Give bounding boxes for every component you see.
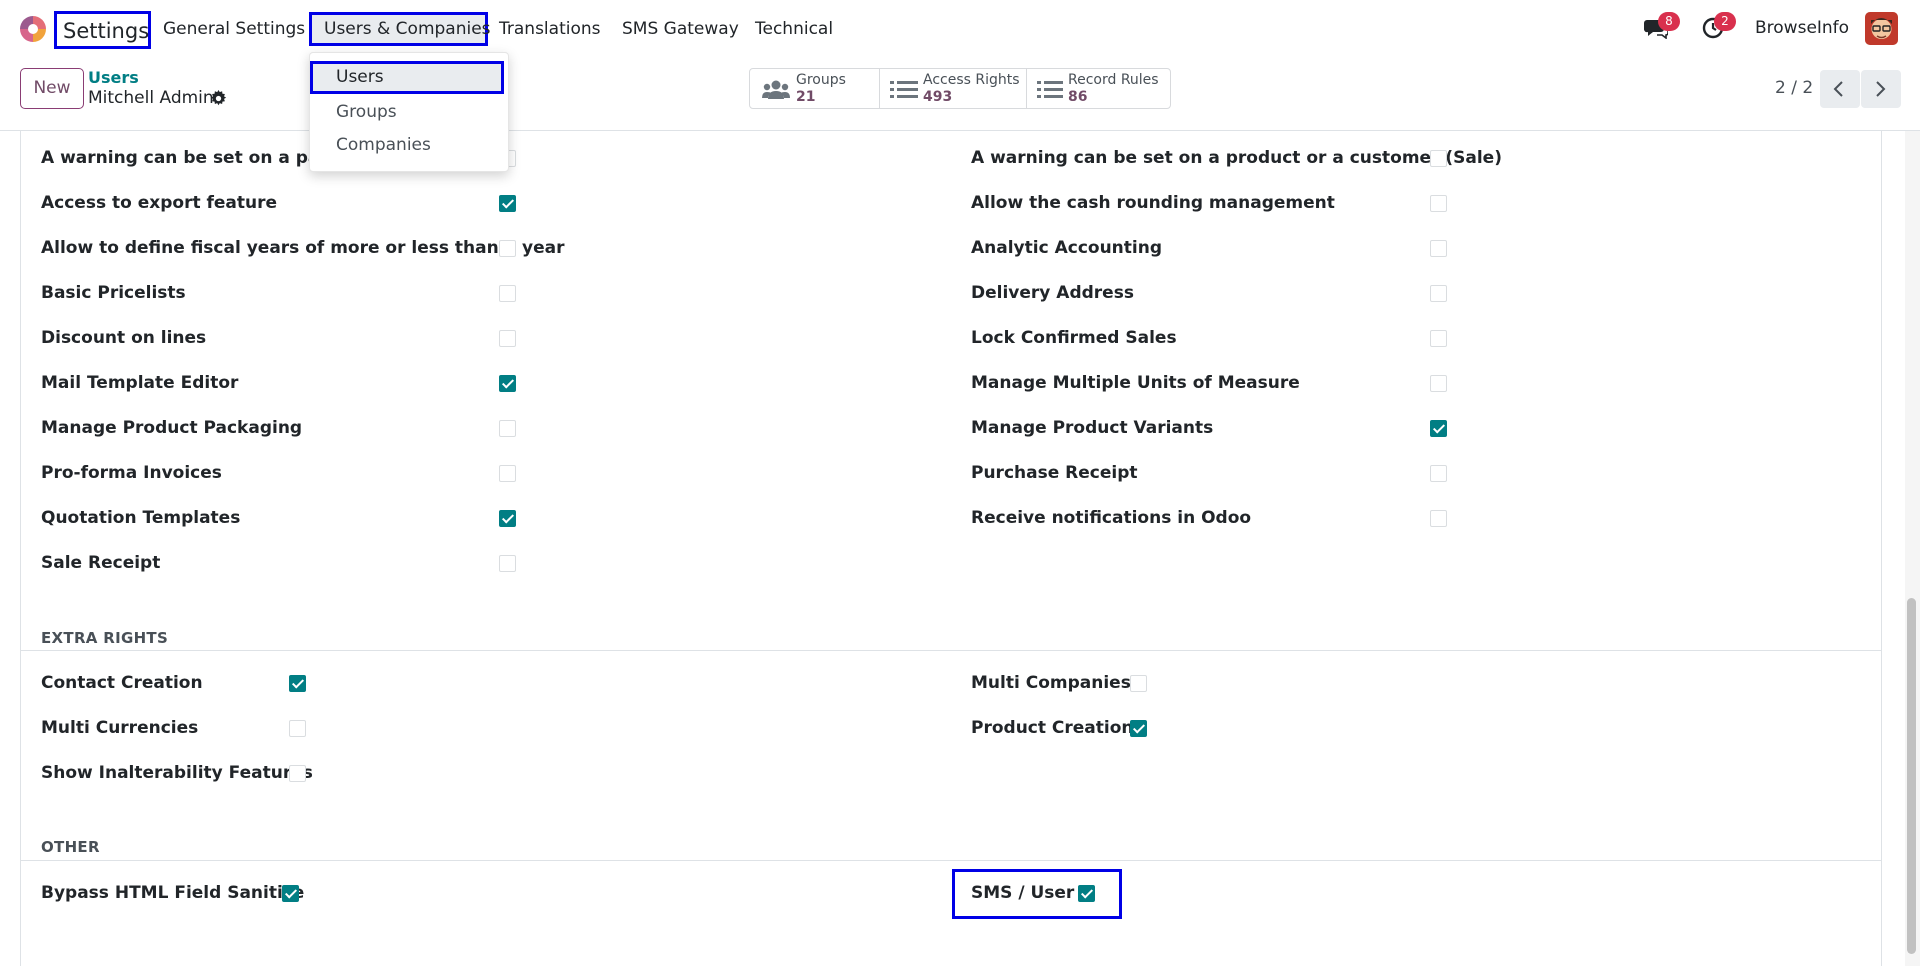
- smart-button-groups-value: 21: [796, 89, 816, 105]
- menu-general-settings[interactable]: General Settings: [163, 12, 305, 46]
- right-label-purchase-receipt: Purchase Receipt: [971, 463, 1138, 483]
- checkbox-sale-receipt[interactable]: [499, 555, 516, 572]
- smart-button-groups[interactable]: Groups 21: [750, 69, 880, 108]
- menu-translations[interactable]: Translations: [499, 12, 601, 46]
- chevron-left-icon: [1833, 81, 1843, 97]
- pager-value[interactable]: 2 / 2: [1775, 78, 1813, 98]
- smart-button-record-rules[interactable]: Record Rules 86: [1027, 69, 1170, 108]
- checkbox-inalterability[interactable]: [289, 765, 306, 782]
- new-button[interactable]: New: [20, 68, 84, 109]
- checkbox-mail-template[interactable]: [499, 375, 516, 392]
- dropdown-item-companies[interactable]: Companies: [336, 135, 431, 155]
- right-label-analytic: Analytic Accounting: [971, 238, 1163, 258]
- app-brand-settings[interactable]: Settings: [54, 11, 151, 49]
- smart-button-access-rights-value: 493: [923, 89, 953, 105]
- right-label-inalterability: Show Inalterability Features: [41, 763, 313, 783]
- right-label-multi-companies: Multi Companies: [971, 673, 1131, 693]
- right-label-sms-user: SMS / User: [971, 883, 1075, 903]
- right-label-product-packaging: Manage Product Packaging: [41, 418, 303, 438]
- list-icon: [890, 81, 918, 98]
- users-group-icon: [762, 80, 790, 99]
- checkbox-product-creation[interactable]: [1130, 720, 1147, 737]
- section-divider: [20, 860, 1882, 861]
- checkbox-bypass-html[interactable]: [282, 885, 299, 902]
- smart-button-groups-label: Groups: [796, 72, 846, 88]
- right-label-fiscal-years: Allow to define fiscal years of more or …: [41, 238, 565, 258]
- record-title: Mitchell Admin: [88, 88, 214, 108]
- checkbox-notifications[interactable]: [1430, 510, 1447, 527]
- section-title-other: OTHER: [41, 838, 100, 856]
- checkbox-fiscal-years[interactable]: [499, 240, 516, 257]
- company-switcher[interactable]: BrowseInfo: [1755, 18, 1849, 38]
- right-label-sale-receipt: Sale Receipt: [41, 553, 161, 573]
- right-label-quotation-templates: Quotation Templates: [41, 508, 241, 528]
- users-companies-dropdown: Users Groups Companies: [309, 52, 509, 172]
- right-label-basic-pricelists: Basic Pricelists: [41, 283, 186, 303]
- checkbox-proforma[interactable]: [499, 465, 516, 482]
- right-label-lock-sales: Lock Confirmed Sales: [971, 328, 1177, 348]
- checkbox-sms-user[interactable]: [1078, 885, 1095, 902]
- checkbox-discount-lines[interactable]: [499, 330, 516, 347]
- checkbox-lock-sales[interactable]: [1430, 330, 1447, 347]
- smart-button-record-rules-label: Record Rules: [1068, 72, 1159, 88]
- right-label-contact-creation: Contact Creation: [41, 673, 203, 693]
- pager-previous-button[interactable]: [1820, 70, 1860, 108]
- checkbox-export[interactable]: [499, 195, 516, 212]
- right-label-variants: Manage Product Variants: [971, 418, 1214, 438]
- checkbox-basic-pricelists[interactable]: [499, 285, 516, 302]
- checkbox-uom[interactable]: [1430, 375, 1447, 392]
- breadcrumb-users[interactable]: Users: [88, 68, 139, 87]
- right-label-proforma: Pro-forma Invoices: [41, 463, 222, 483]
- right-label-discount-lines: Discount on lines: [41, 328, 207, 348]
- right-label-product-warning: A warning can be set on a product or a c…: [971, 148, 1502, 168]
- section-title-extra-rights: EXTRA RIGHTS: [41, 629, 169, 647]
- dropdown-item-groups[interactable]: Groups: [336, 102, 397, 122]
- menu-users-companies[interactable]: Users & Companies: [309, 12, 491, 46]
- right-label-product-creation: Product Creation: [971, 718, 1134, 738]
- checkbox-multi-companies[interactable]: [1130, 675, 1147, 692]
- app-logo-icon[interactable]: [20, 16, 46, 42]
- section-divider: [20, 650, 1882, 651]
- right-label-bypass-html: Bypass HTML Field Sanitize: [41, 883, 305, 903]
- checkbox-multi-currencies[interactable]: [289, 720, 306, 737]
- list-icon: [1037, 81, 1063, 98]
- right-label-delivery-address: Delivery Address: [971, 283, 1134, 303]
- checkbox-analytic[interactable]: [1430, 240, 1447, 257]
- messages-badge: 8: [1658, 12, 1680, 31]
- right-label-mail-template: Mail Template Editor: [41, 373, 239, 393]
- right-label-export: Access to export feature: [41, 193, 278, 213]
- checkbox-cash-rounding[interactable]: [1430, 195, 1447, 212]
- activities-badge: 2: [1714, 12, 1736, 31]
- menu-sms-gateway[interactable]: SMS Gateway: [622, 12, 739, 46]
- smart-button-record-rules-value: 86: [1068, 89, 1088, 105]
- checkbox-variants[interactable]: [1430, 420, 1447, 437]
- checkbox-contact-creation[interactable]: [289, 675, 306, 692]
- smart-button-access-rights[interactable]: Access Rights 493: [880, 69, 1027, 108]
- smart-buttons: Groups 21 Access Rights 493 Record Rules…: [749, 68, 1171, 109]
- right-label-cash-rounding: Allow the cash rounding management: [971, 193, 1335, 213]
- smart-button-access-rights-label: Access Rights: [923, 72, 1020, 88]
- checkbox-product-warning[interactable]: [1430, 150, 1447, 167]
- checkbox-quotation-templates[interactable]: [499, 510, 516, 527]
- top-navbar: Settings General Settings Users & Compan…: [0, 0, 1920, 57]
- checkbox-product-packaging[interactable]: [499, 420, 516, 437]
- right-label-uom: Manage Multiple Units of Measure: [971, 373, 1300, 393]
- chevron-right-icon: [1876, 81, 1886, 97]
- right-label-multi-currencies: Multi Currencies: [41, 718, 199, 738]
- scrollbar-thumb[interactable]: [1907, 598, 1916, 954]
- checkbox-delivery-address[interactable]: [1430, 285, 1447, 302]
- pager-next-button[interactable]: [1861, 70, 1901, 108]
- dropdown-item-users[interactable]: Users: [310, 61, 504, 94]
- user-avatar[interactable]: [1865, 12, 1898, 45]
- checkbox-purchase-receipt[interactable]: [1430, 465, 1447, 482]
- menu-technical[interactable]: Technical: [755, 12, 833, 46]
- right-label-notifications: Receive notifications in Odoo: [971, 508, 1252, 528]
- gear-icon[interactable]: [210, 90, 227, 107]
